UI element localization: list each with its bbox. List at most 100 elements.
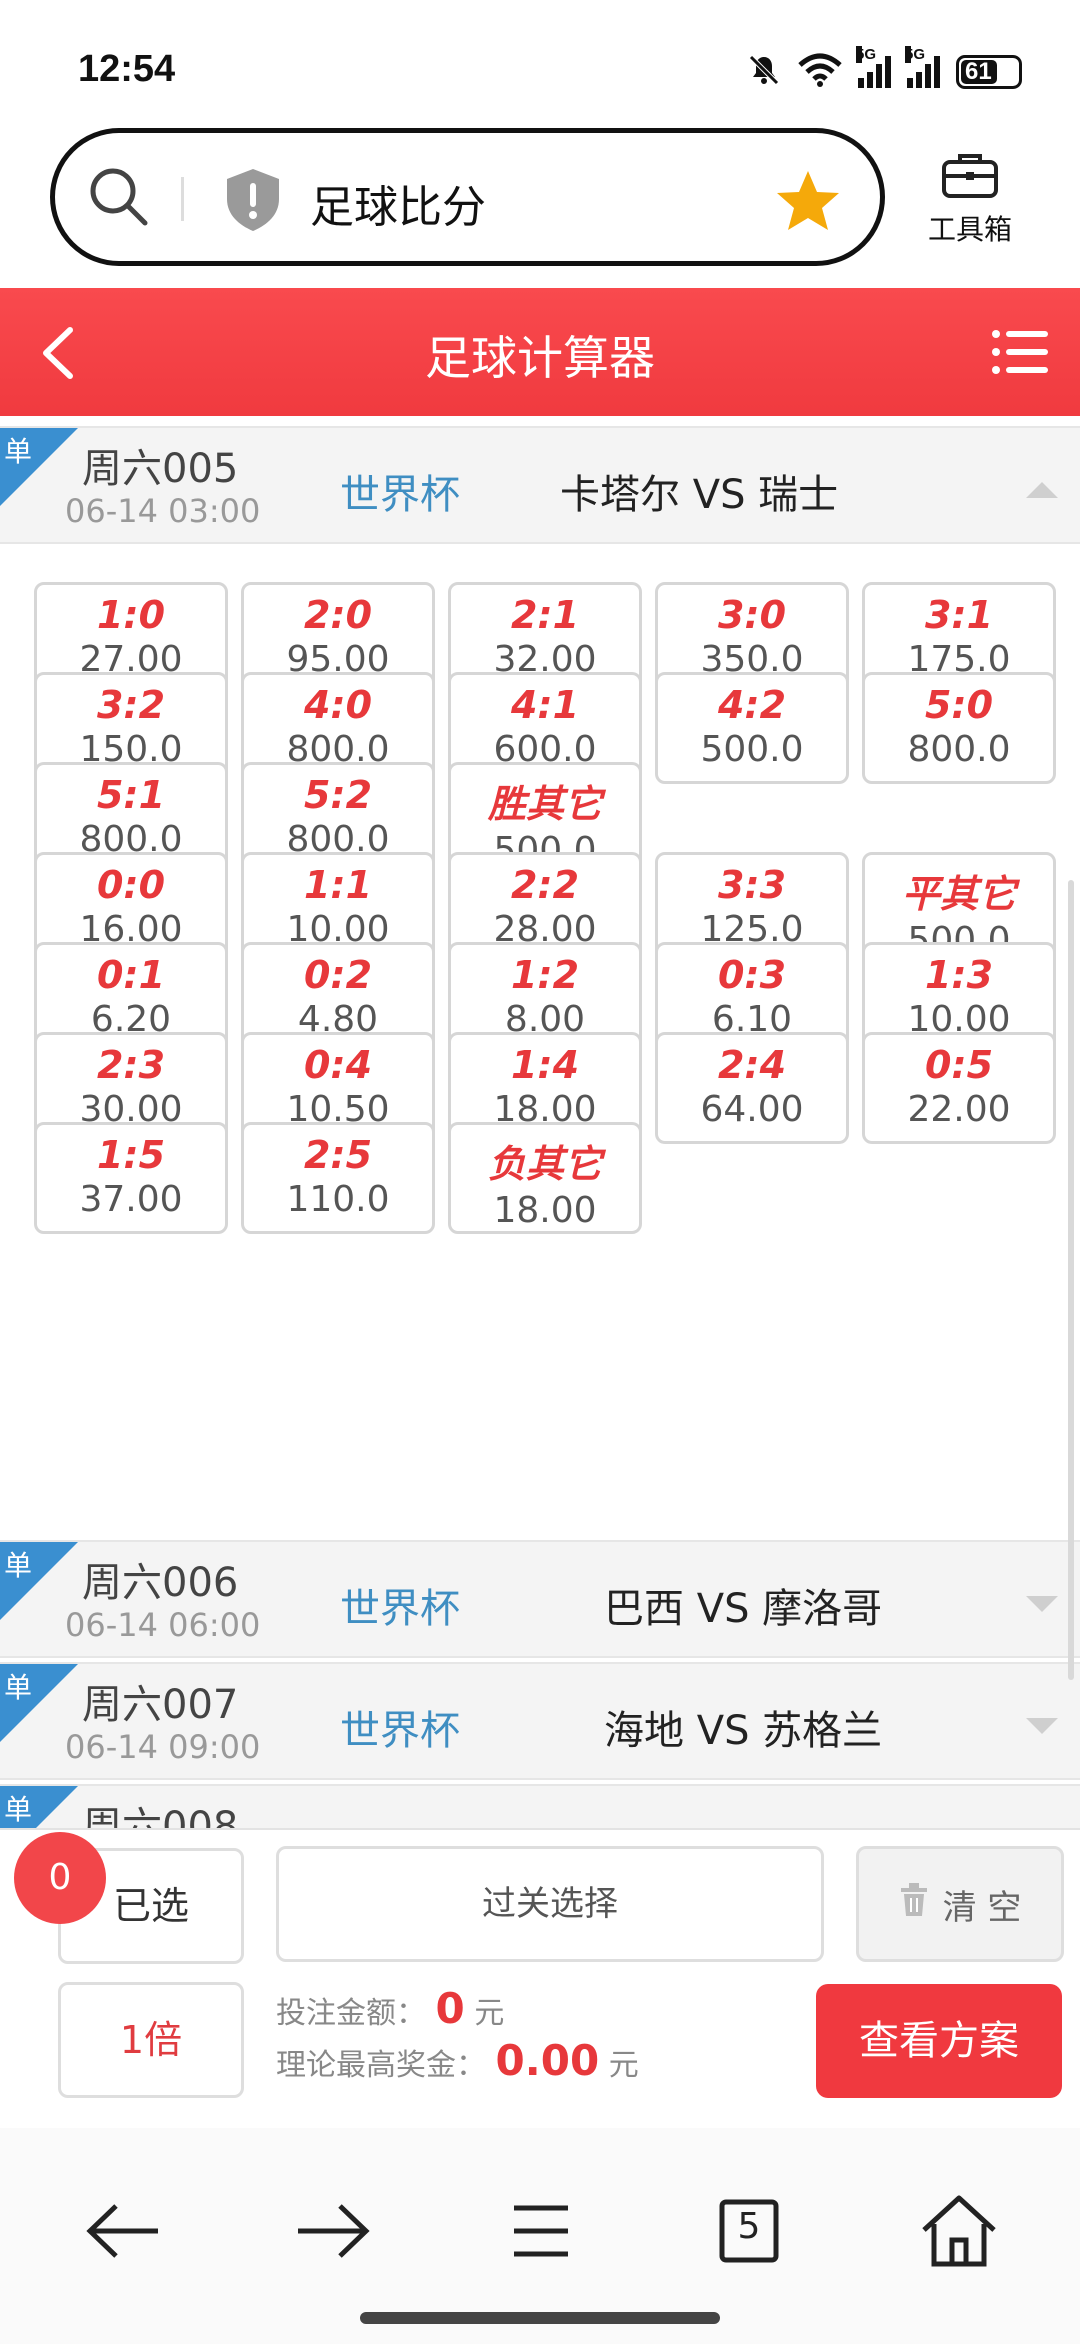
score-odds-cell[interactable]: 负其它 18.00 <box>448 1122 642 1234</box>
expand-arrow-icon[interactable] <box>1024 1716 1060 1736</box>
score-label: 负其它 <box>487 1142 602 1186</box>
score-odds-cell[interactable]: 4:2 500.0 <box>655 672 849 784</box>
match-row-007[interactable]: 单 周六007 06-14 09:00 世界杯 海地 VS 苏格兰 <box>0 1662 1080 1780</box>
match-time: 06-14 06:00 <box>65 1606 261 1644</box>
view-plan-button[interactable]: 查看方案 <box>816 1984 1062 2098</box>
page-title: 足球计算器 <box>425 331 655 385</box>
score-odds-cell[interactable]: 1:5 37.00 <box>34 1122 228 1234</box>
score-label: 3:0 <box>717 593 787 637</box>
match-row-005[interactable]: 单 周六005 06-14 03:00 世界杯 卡塔尔 VS 瑞士 <box>0 426 1080 544</box>
bet-amount-unit: 元 <box>474 1996 505 2031</box>
back-arrow-icon[interactable] <box>78 2186 168 2276</box>
match-row-006[interactable]: 单 周六006 06-14 06:00 世界杯 巴西 VS 摩洛哥 <box>0 1540 1080 1658</box>
match-league: 世界杯 <box>340 472 460 518</box>
max-prize-value: 0.00 <box>495 2036 600 2085</box>
search-divider <box>181 177 184 221</box>
search-icon[interactable] <box>85 163 155 237</box>
toolbox-label: 工具箱 <box>927 213 1012 246</box>
score-label: 2:2 <box>510 863 580 907</box>
bet-amount-label: 投注金额： <box>276 1996 426 2031</box>
match-code: 周六006 <box>82 1560 239 1606</box>
bet-amount-value: 0 <box>435 1984 465 2033</box>
toolbox-icon <box>940 154 1000 204</box>
score-label: 0:2 <box>303 953 373 997</box>
score-label: 0:3 <box>717 953 787 997</box>
score-label: 0:5 <box>924 1043 994 1087</box>
score-label: 0:0 <box>96 863 166 907</box>
collapse-arrow-icon[interactable] <box>1024 480 1060 500</box>
score-label: 4:0 <box>303 683 373 727</box>
score-odds-cell[interactable]: 2:4 64.00 <box>655 1032 849 1144</box>
home-icon[interactable] <box>914 2186 1004 2276</box>
tabs-icon[interactable]: 5 <box>704 2186 794 2276</box>
score-label: 0:1 <box>96 953 166 997</box>
odds-value: 22.00 <box>907 1089 1011 1130</box>
score-label: 5:2 <box>303 773 373 817</box>
score-label: 0:4 <box>303 1043 373 1087</box>
clear-label: 清 空 <box>942 1887 1022 1928</box>
score-label: 3:2 <box>96 683 166 727</box>
app-header: 足球计算器 <box>0 288 1080 416</box>
score-label: 2:5 <box>303 1133 373 1177</box>
clear-button[interactable]: 清 空 <box>856 1846 1064 1962</box>
score-odds-cell[interactable]: 0:5 22.00 <box>862 1032 1056 1144</box>
match-teams: 巴西 VS 摩洛哥 <box>604 1586 883 1632</box>
odds-value: 110.0 <box>286 1179 390 1220</box>
bet-amount-line: 投注金额： 0 元 <box>276 1984 504 2033</box>
odds-value: 500.0 <box>700 729 804 770</box>
signal-icon-sim1: 5G <box>856 46 891 88</box>
score-label: 1:5 <box>96 1133 166 1177</box>
forward-arrow-icon[interactable] <box>288 2186 378 2276</box>
pass-select-button[interactable]: 过关选择 <box>276 1846 824 1962</box>
score-label: 5:1 <box>96 773 166 817</box>
score-odds-cell[interactable]: 5:0 800.0 <box>862 672 1056 784</box>
signal-icon-sim2: 5G <box>905 46 940 88</box>
max-prize-line: 理论最高奖金： 0.00 元 <box>276 2036 639 2085</box>
match-code: 周六005 <box>82 446 239 492</box>
score-label: 1:1 <box>303 863 373 907</box>
match-league: 世界杯 <box>340 1586 460 1632</box>
score-label: 4:1 <box>510 683 580 727</box>
score-label: 1:0 <box>96 593 166 637</box>
score-label: 2:1 <box>510 593 580 637</box>
score-label: 3:3 <box>717 863 787 907</box>
match-teams: 卡塔尔 VS 瑞士 <box>560 472 839 518</box>
score-label: 2:3 <box>96 1043 166 1087</box>
score-label: 2:0 <box>303 593 373 637</box>
score-odds-cell[interactable]: 2:5 110.0 <box>241 1122 435 1234</box>
odds-value: 37.00 <box>79 1179 183 1220</box>
favorite-star-icon[interactable] <box>775 169 841 237</box>
max-prize-unit: 元 <box>608 2048 639 2083</box>
tab-count: 5 <box>737 2206 761 2247</box>
match-code: 周六007 <box>82 1682 239 1728</box>
expand-arrow-icon[interactable] <box>1024 1594 1060 1614</box>
scrollbar[interactable] <box>1068 880 1074 1680</box>
score-label: 平其它 <box>901 872 1016 916</box>
score-label: 1:2 <box>510 953 580 997</box>
battery-icon: 61 <box>956 55 1022 89</box>
search-query-text[interactable]: 足球比分 <box>310 171 486 235</box>
score-label: 胜其它 <box>487 782 602 826</box>
odds-value: 18.00 <box>493 1190 597 1231</box>
match-league: 世界杯 <box>340 1708 460 1754</box>
list-menu-icon[interactable] <box>990 322 1050 382</box>
status-bar: 12:54 5G 5G 61 <box>0 0 1080 120</box>
mute-icon <box>746 52 782 92</box>
score-label: 3:1 <box>924 593 994 637</box>
score-label: 1:3 <box>924 953 994 997</box>
multiplier-button[interactable]: 1倍 <box>58 1982 244 2098</box>
match-time: 06-14 09:00 <box>65 1728 261 1766</box>
match-time: 06-14 03:00 <box>65 492 261 530</box>
score-label: 1:4 <box>510 1043 580 1087</box>
search-bar[interactable]: 足球比分 <box>50 128 885 266</box>
status-icons: 5G 5G 61 <box>746 46 1022 92</box>
shield-icon <box>223 167 283 237</box>
match-teams: 海地 VS 苏格兰 <box>604 1708 883 1754</box>
score-label: 4:2 <box>717 683 787 727</box>
toolbox-button[interactable]: 工具箱 <box>920 150 1020 248</box>
home-indicator[interactable] <box>360 2312 720 2324</box>
trash-icon <box>899 1882 929 1927</box>
menu-icon[interactable] <box>496 2186 586 2276</box>
score-label: 5:0 <box>924 683 994 727</box>
max-prize-label: 理论最高奖金： <box>276 2048 486 2083</box>
